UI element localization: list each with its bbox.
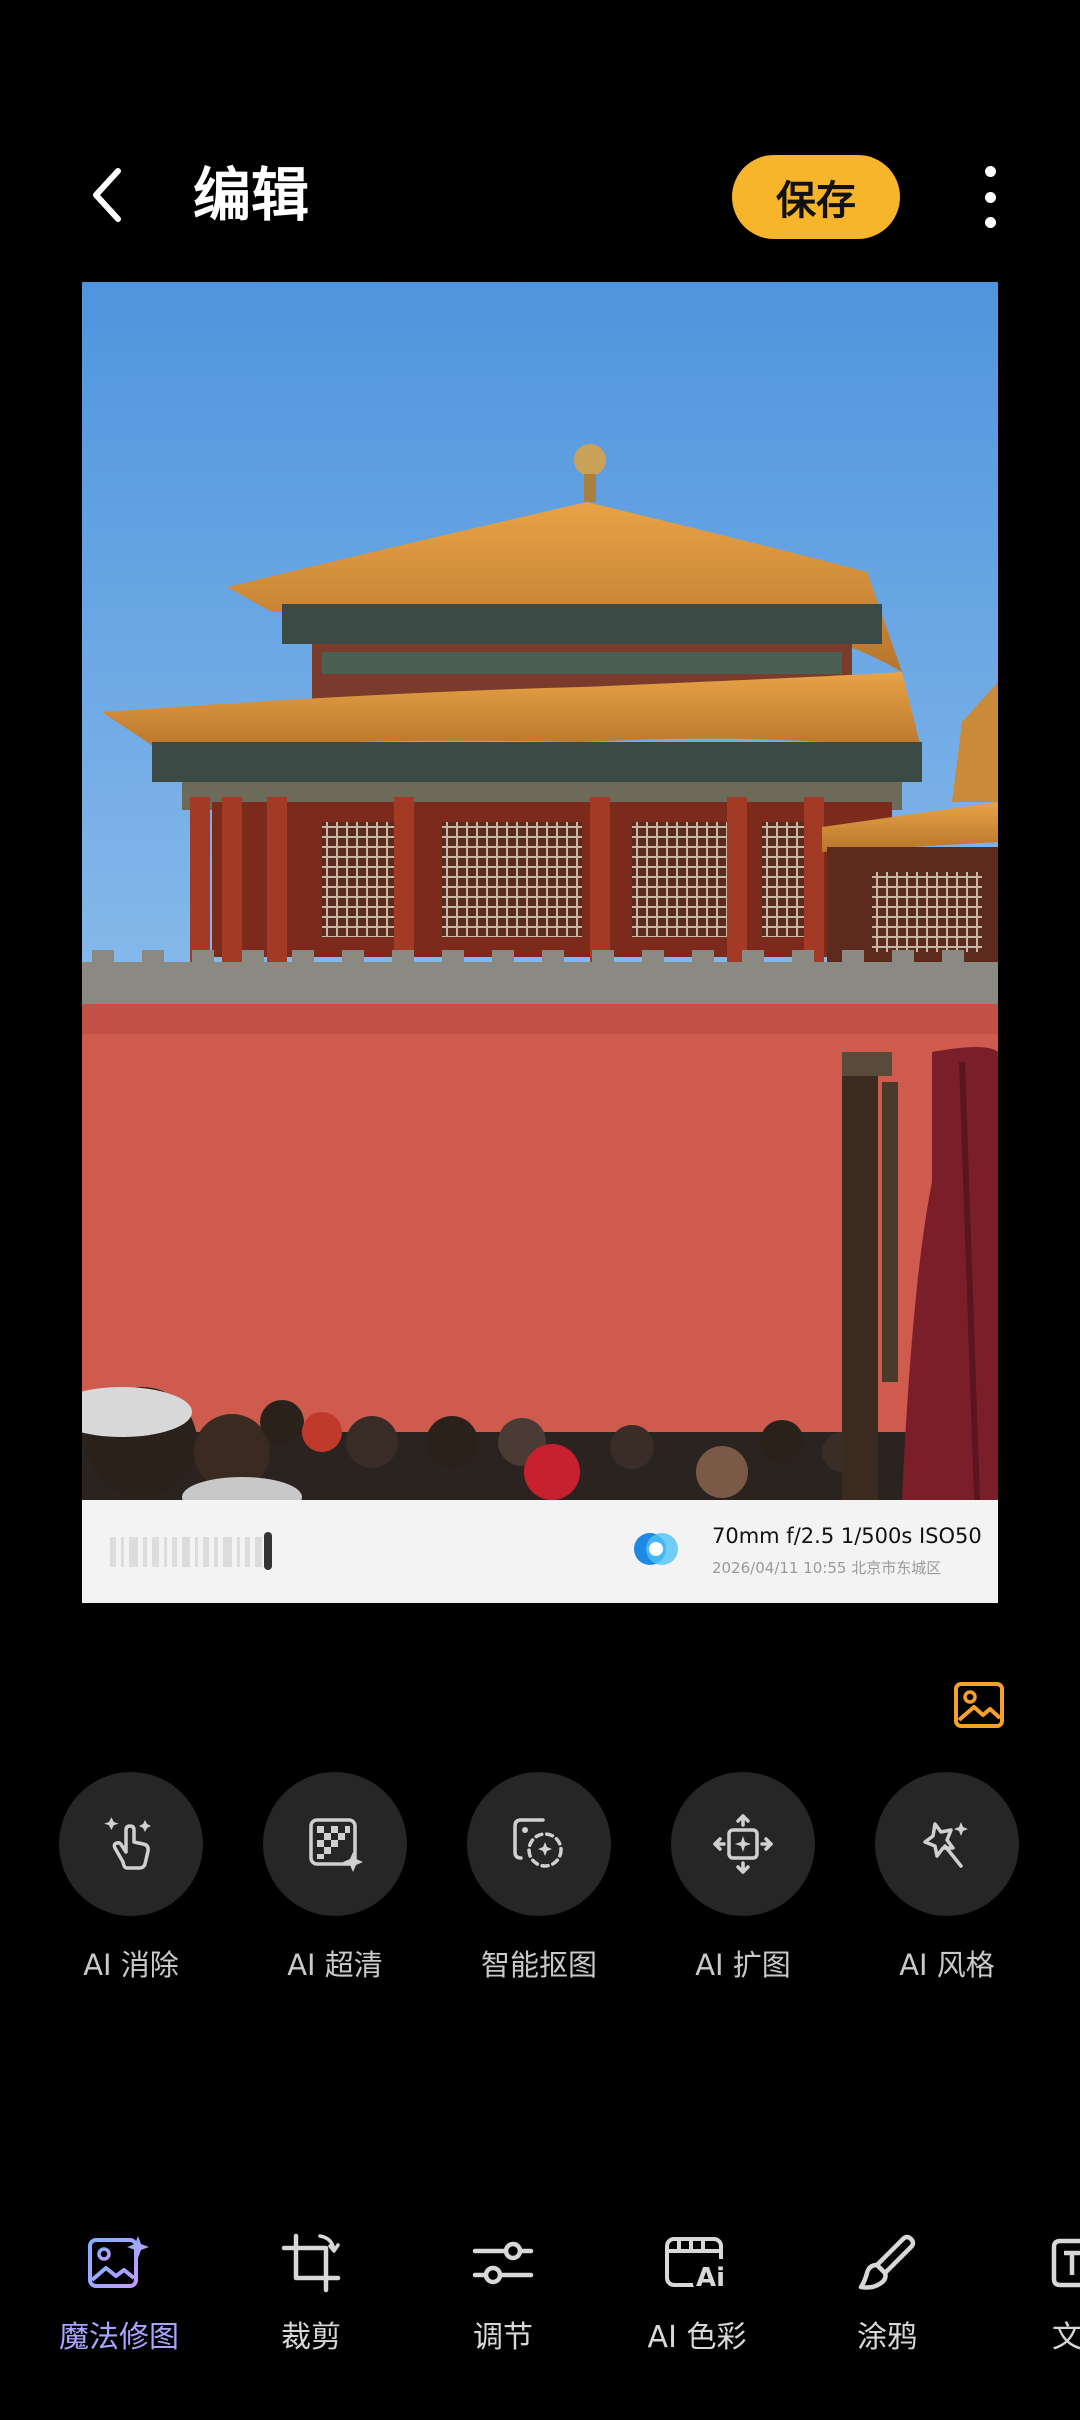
page-title: 编辑 — [193, 161, 310, 229]
ai-enhance-label: AI 超清 — [287, 1948, 383, 1982]
smart-cutout-label: 智能抠图 — [480, 1948, 597, 1982]
back-button[interactable] — [78, 160, 138, 230]
gallery-button[interactable] — [950, 1676, 1008, 1734]
tab-label: 调节 — [473, 2320, 533, 2355]
svg-text:Ai: Ai — [696, 2263, 725, 2293]
ai-expand-button[interactable]: AI 扩图 — [671, 1772, 815, 1984]
photo-watermark-bar: 70mm f/2.5 1/500s ISO50 2026/04/11 10:55… — [82, 1500, 998, 1603]
adjust-icon — [472, 2241, 534, 2285]
ai-enhance-icon — [309, 1818, 363, 1872]
smart-cutout-button[interactable]: 智能抠图 — [467, 1772, 611, 1984]
more-dot-icon — [984, 191, 996, 203]
ai-color-icon: Ai — [665, 2237, 729, 2293]
more-dot-icon — [984, 166, 996, 177]
save-button[interactable]: 保存 — [732, 155, 900, 239]
ai-expand-icon — [713, 1814, 773, 1874]
ai-style-icon — [923, 1822, 968, 1868]
text-icon — [1051, 2238, 1080, 2288]
photo-preview[interactable]: 70mm f/2.5 1/500s ISO50 2026/04/11 10:55… — [82, 282, 998, 1603]
ai-expand-label: AI 扩图 — [695, 1948, 791, 1982]
watermark-barcode — [110, 1534, 330, 1570]
tab-adjust[interactable]: 调节 — [428, 2228, 578, 2356]
camera-brand-logo-icon — [634, 1533, 678, 1565]
ai-erase-button[interactable]: AI 消除 — [59, 1772, 203, 1984]
ai-erase-icon — [104, 1817, 151, 1870]
back-arrow-icon — [93, 168, 121, 222]
ai-enhance-button[interactable]: AI 超清 — [263, 1772, 407, 1984]
more-dot-icon — [984, 217, 996, 228]
smart-cutout-icon — [513, 1818, 563, 1868]
ai-erase-label: AI 消除 — [83, 1948, 179, 1982]
image-icon — [954, 1682, 1004, 1728]
watermark-date-location: 2026/04/11 10:55 北京市东城区 — [712, 1559, 942, 1577]
watermark-mark — [264, 1532, 272, 1570]
more-options-button[interactable] — [968, 160, 1012, 234]
tab-magic-edit[interactable]: 魔法修图 — [44, 2228, 194, 2356]
tab-ai-color[interactable]: Ai AI 色彩 — [622, 2228, 772, 2356]
tab-label: 魔法修图 — [59, 2320, 179, 2355]
magic-edit-icon — [88, 2236, 149, 2288]
watermark-camera-specs: 70mm f/2.5 1/500s ISO50 — [712, 1524, 982, 1548]
tab-label: AI 色彩 — [647, 2320, 747, 2355]
doodle-icon — [858, 2234, 916, 2290]
tab-crop[interactable]: 裁剪 — [236, 2228, 386, 2356]
tab-text[interactable]: 文 — [1000, 2228, 1080, 2356]
crop-icon — [281, 2233, 341, 2293]
ai-style-label: AI 风格 — [899, 1948, 995, 1982]
photo-image — [82, 282, 998, 1500]
tab-label: 裁剪 — [281, 2320, 341, 2355]
ai-style-button[interactable]: AI 风格 — [875, 1772, 1019, 1984]
tab-doodle[interactable]: 涂鸦 — [812, 2228, 962, 2356]
tab-label: 文 — [1052, 2320, 1080, 2355]
tab-label: 涂鸦 — [857, 2320, 917, 2355]
